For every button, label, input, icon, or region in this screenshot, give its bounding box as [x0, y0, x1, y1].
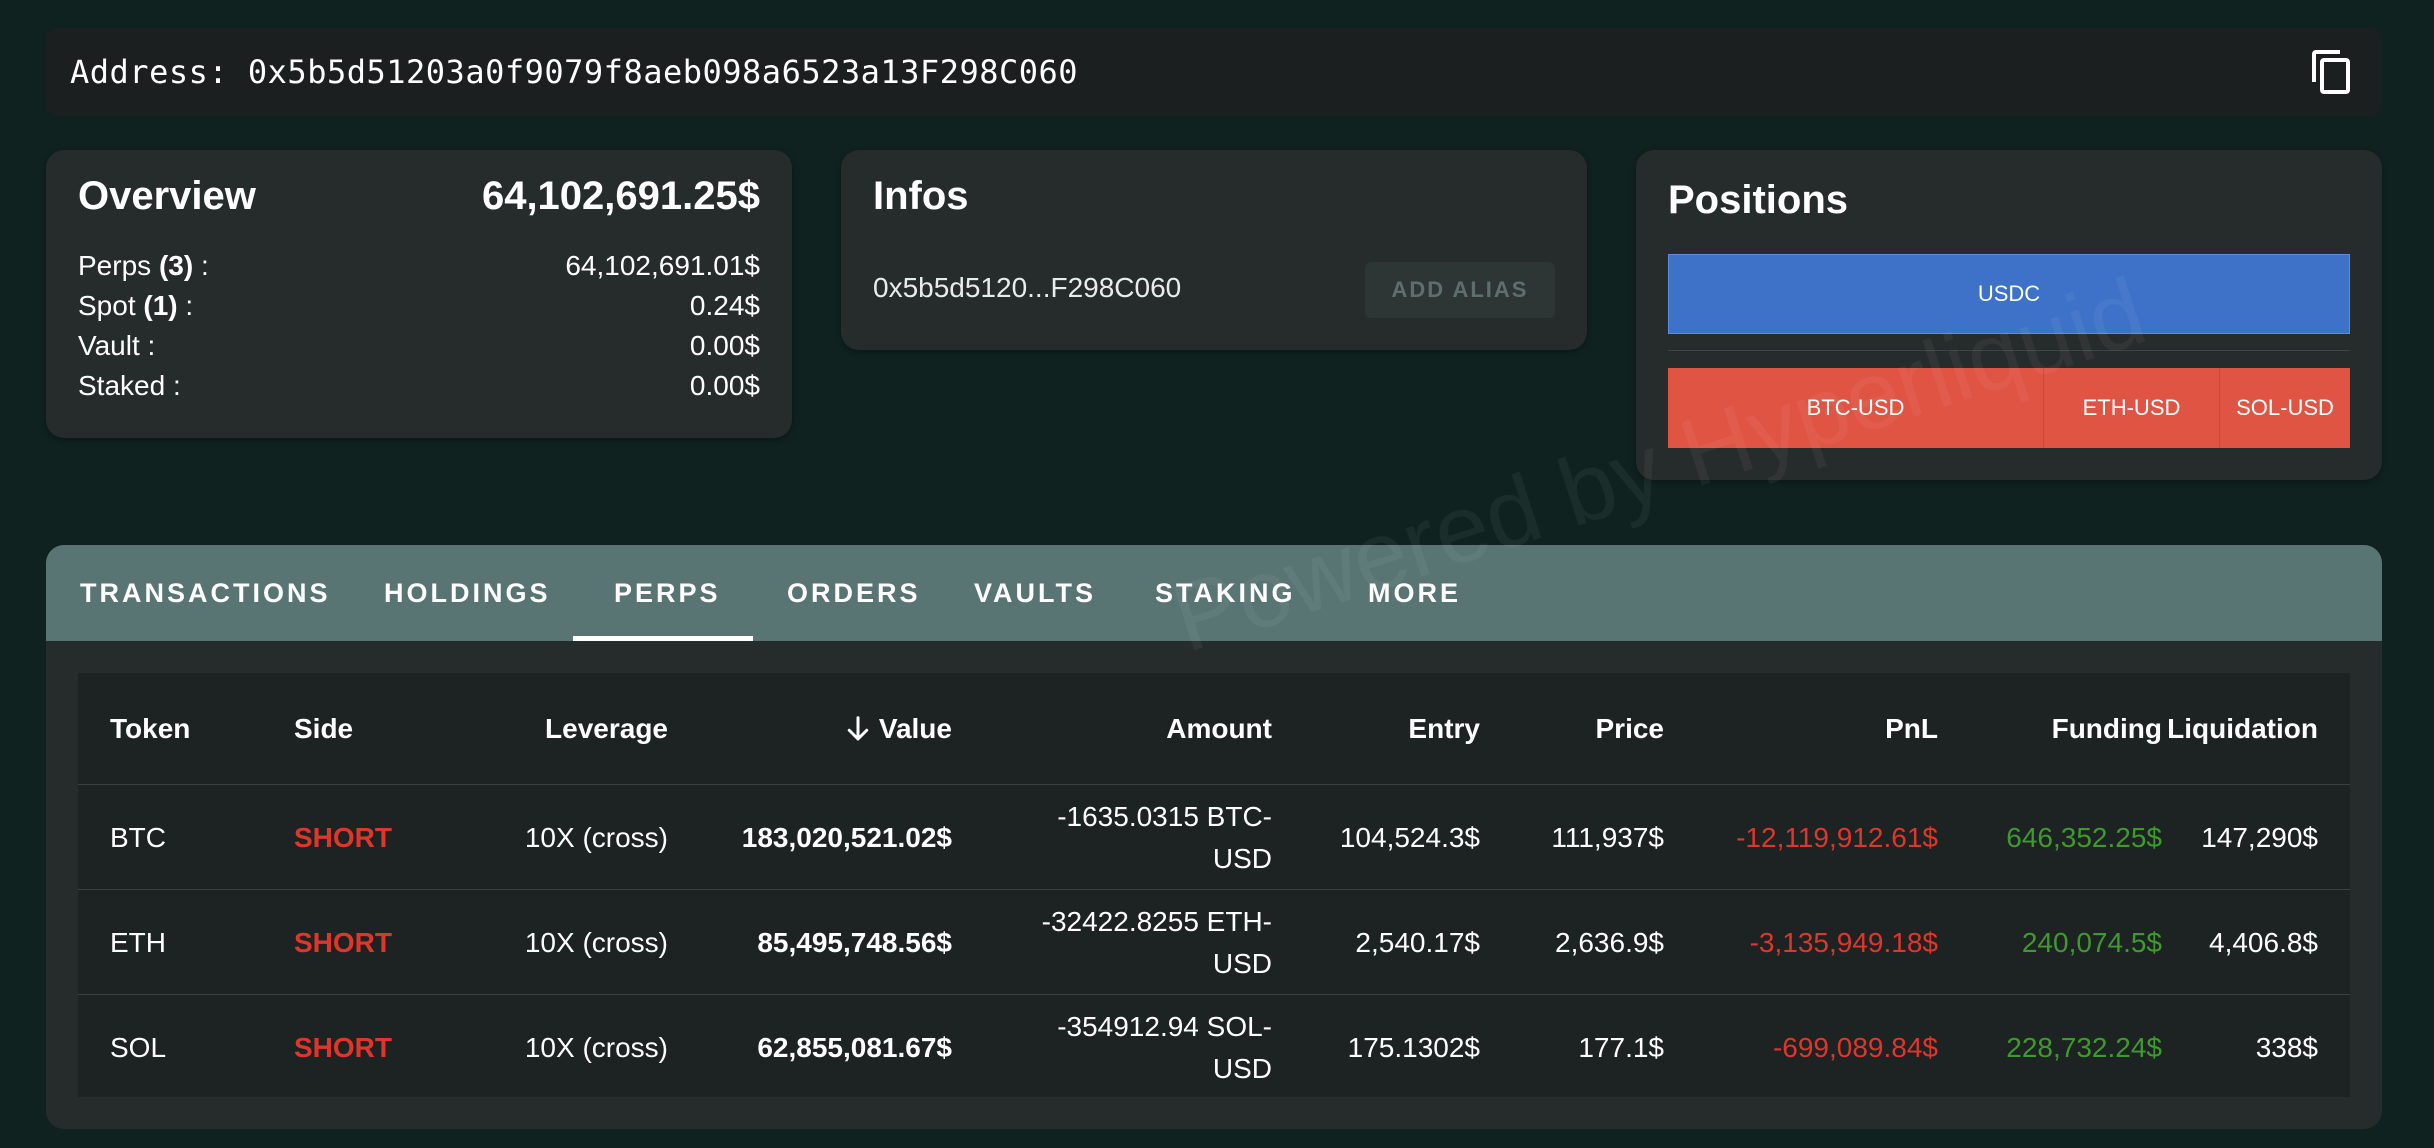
cell-value: 62,855,081.67$ [757, 1032, 952, 1063]
perp-positions-bar: BTC-USD ETH-USD SOL-USD [1668, 368, 2350, 448]
cell-side: SHORT [294, 1032, 392, 1063]
address-bar: Address: 0x5b5d51203a0f9079f8aeb098a6523… [46, 28, 2382, 116]
cell-pnl: -3,135,949.18$ [1749, 927, 1938, 958]
add-alias-button[interactable]: ADD ALIAS [1365, 262, 1555, 318]
overview-row-value: 0.00$ [689, 370, 760, 401]
tab-staking[interactable]: STAKING [1155, 545, 1296, 641]
cell-price: 2,636.9$ [1555, 927, 1664, 958]
header-amount[interactable]: Amount [978, 673, 1272, 785]
header-liquidation[interactable]: Liquidation [2167, 673, 2318, 785]
overview-row-value: 64,102,691.01$ [565, 250, 760, 281]
cell-side: SHORT [294, 927, 392, 958]
tab-orders[interactable]: ORDERS [787, 545, 921, 641]
cell-funding: 646,352.25$ [2006, 822, 2162, 853]
position-eth-usd[interactable]: ETH-USD [2044, 368, 2220, 448]
cell-leverage: 10X (cross) [524, 927, 668, 958]
overview-row-label: Staked : [78, 370, 181, 401]
cell-value: 85,495,748.56$ [757, 927, 952, 958]
header-leverage[interactable]: Leverage [478, 673, 668, 785]
cell-price: 177.1$ [1578, 1032, 1664, 1063]
cell-amount: -354912.94 SOL- USD [1057, 1011, 1272, 1084]
cell-funding: 228,732.24$ [2006, 1032, 2162, 1063]
position-btc-usd[interactable]: BTC-USD [1668, 368, 2044, 448]
position-sol-usd[interactable]: SOL-USD [2220, 368, 2350, 448]
table-row[interactable]: BTC SHORT 10X (cross) 183,020,521.02$ -1… [78, 786, 2350, 890]
cell-side: SHORT [294, 822, 392, 853]
cell-amount: -32422.8255 ETH- USD [1041, 906, 1272, 979]
page: Address: 0x5b5d51203a0f9079f8aeb098a6523… [0, 0, 2434, 1148]
header-funding[interactable]: Funding [1958, 673, 2162, 785]
perps-panel: TRANSACTIONS HOLDINGS PERPS ORDERS VAULT… [46, 545, 2382, 1129]
tab-perps[interactable]: PERPS [614, 545, 721, 641]
cell-token: SOL [110, 1032, 167, 1063]
cell-price: 111,937$ [1551, 822, 1664, 853]
tab-bar: TRANSACTIONS HOLDINGS PERPS ORDERS VAULT… [46, 545, 2382, 641]
header-value[interactable]: Value [698, 673, 952, 785]
header-value-label: Value [878, 713, 952, 744]
infos-title: Infos [873, 174, 969, 218]
header-pnl[interactable]: PnL [1688, 673, 1938, 785]
overview-title: Overview [78, 174, 256, 218]
cell-leverage: 10X (cross) [524, 1032, 668, 1063]
perps-table: Token Side Leverage Value Amount Entry P… [78, 673, 2350, 1097]
cell-entry: 175.1302$ [1347, 1032, 1480, 1063]
overview-row-label: Spot (1) : [78, 290, 194, 321]
cell-funding: 240,074.5$ [2021, 927, 2162, 958]
overview-row-perps: Perps (3) : 64,102,691.01$ [78, 246, 760, 286]
cell-value: 183,020,521.02$ [741, 822, 952, 853]
overview-row-label: Perps (3) : [78, 250, 209, 281]
overview-row-label: Vault : [78, 330, 156, 361]
tab-more[interactable]: MORE [1368, 545, 1461, 641]
overview-row-staked: Staked : 0.00$ [78, 366, 760, 406]
header-side[interactable]: Side [294, 673, 444, 785]
table-row[interactable]: ETH SHORT 10X (cross) 85,495,748.56$ -32… [78, 891, 2350, 995]
overview-row-value: 0.00$ [689, 330, 760, 361]
overview-total: 64,102,691.25$ [481, 174, 760, 218]
tab-holdings[interactable]: HOLDINGS [384, 545, 551, 641]
header-entry[interactable]: Entry [1298, 673, 1480, 785]
copy-icon[interactable] [2308, 48, 2356, 96]
cell-liquidation: 338$ [2255, 1032, 2318, 1063]
overview-row-value: 0.24$ [689, 290, 760, 321]
positions-title: Positions [1668, 178, 1849, 222]
address-text: Address: 0x5b5d51203a0f9079f8aeb098a6523… [70, 53, 1079, 91]
position-usdc-bar[interactable]: USDC [1668, 254, 2350, 334]
cell-token: BTC [110, 822, 166, 853]
cell-pnl: -12,119,912.61$ [1736, 822, 1938, 853]
cell-pnl: -699,089.84$ [1772, 1032, 1938, 1063]
header-token[interactable]: Token [110, 673, 260, 785]
overview-row-spot: Spot (1) : 0.24$ [78, 286, 760, 326]
table-row[interactable]: SOL SHORT 10X (cross) 62,855,081.67$ -35… [78, 996, 2350, 1100]
arrow-down-icon [847, 716, 869, 741]
infos-short-address: 0x5b5d5120...F298C060 [873, 272, 1182, 303]
header-price[interactable]: Price [1498, 673, 1665, 785]
positions-card: Positions USDC BTC-USD ETH-USD SOL-USD [1636, 150, 2382, 480]
active-tab-indicator [573, 636, 753, 641]
cell-token: ETH [110, 927, 166, 958]
overview-row-vault: Vault : 0.00$ [78, 326, 760, 366]
tab-transactions[interactable]: TRANSACTIONS [80, 545, 331, 641]
cell-liquidation: 4,406.8$ [2209, 927, 2318, 958]
table-header: Token Side Leverage Value Amount Entry P… [78, 673, 2350, 785]
positions-divider [1668, 350, 2350, 351]
cell-liquidation: 147,290$ [2201, 822, 2318, 853]
cell-leverage: 10X (cross) [524, 822, 668, 853]
cell-entry: 2,540.17$ [1355, 927, 1480, 958]
cell-entry: 104,524.3$ [1339, 822, 1480, 853]
cell-amount: -1635.0315 BTC- USD [1057, 801, 1272, 874]
overview-card: Overview 64,102,691.25$ Perps (3) : 64,1… [46, 150, 792, 438]
infos-card: Infos 0x5b5d5120...F298C060 ADD ALIAS [841, 150, 1587, 350]
tab-vaults[interactable]: VAULTS [974, 545, 1096, 641]
